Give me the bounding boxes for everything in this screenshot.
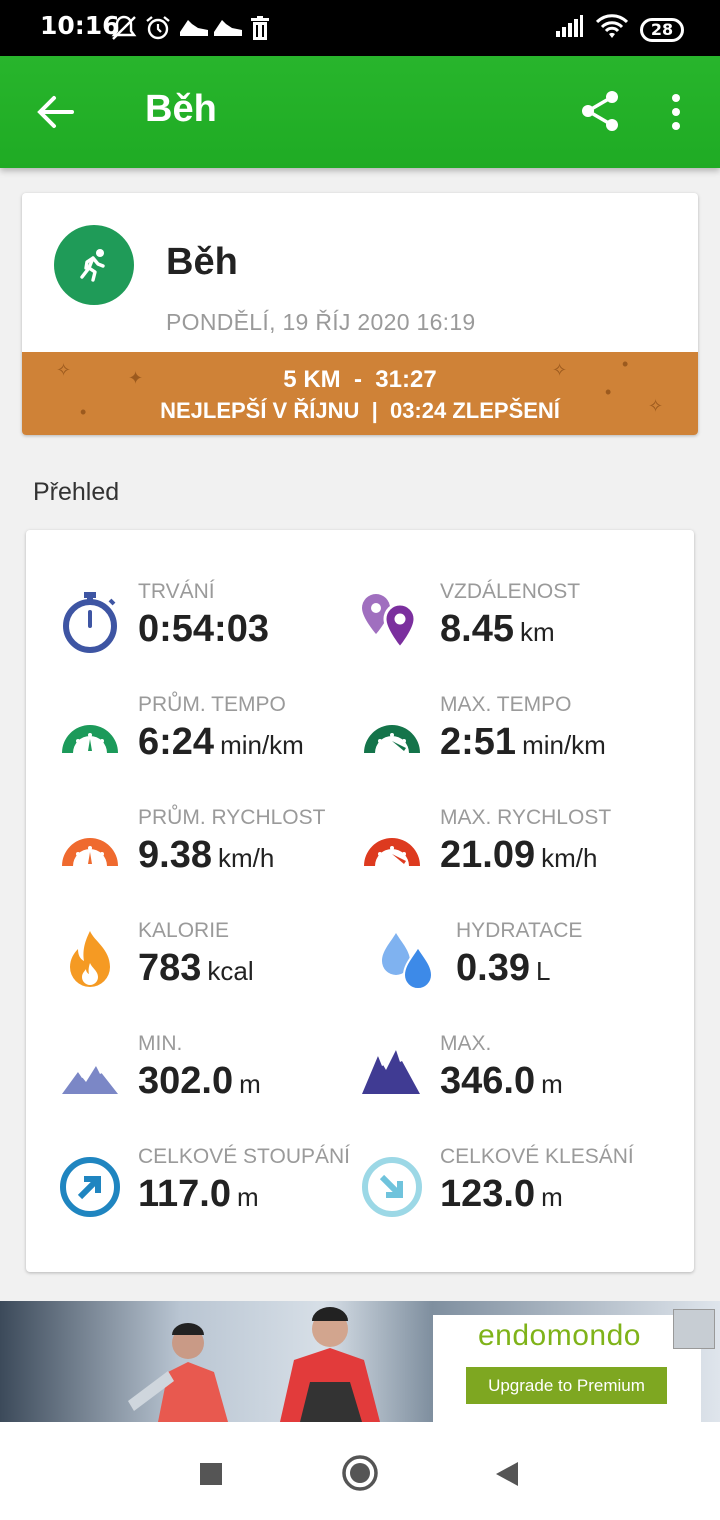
stat-value: 783 (138, 947, 202, 989)
overview-heading: Přehled (33, 478, 120, 506)
status-bar: 10:16 28 (0, 0, 720, 56)
stat-distance: VZDÁLENOST 8.45 km (360, 580, 680, 670)
ad-info-icon[interactable] (673, 1309, 715, 1349)
trash-icon (246, 14, 274, 42)
descent-arrow-icon (360, 1155, 424, 1219)
gauge-icon (58, 703, 122, 767)
stat-hydration: HYDRATACE 0.39 L (376, 919, 696, 1009)
stat-unit: kcal (207, 956, 254, 986)
stat-value: 6:24 (138, 721, 215, 763)
battery-icon: 28 (640, 17, 684, 42)
stat-value: 0.39 (456, 947, 530, 989)
share-icon[interactable] (578, 89, 622, 133)
stat-max-elevation: MAX. 346.0 m (360, 1032, 680, 1122)
stat-unit: m (541, 1069, 563, 1099)
runner-image (270, 1301, 395, 1422)
location-pin-icon (360, 590, 424, 654)
stat-total-ascent: CELKOVÉ STOUPÁNÍ 117.0 m (58, 1145, 378, 1235)
banner-improvement: NEJLEPŠÍ V ŘÍJNU | 03:24 ZLEPŠENÍ (160, 398, 560, 423)
stat-unit: m (237, 1182, 259, 1212)
stat-label: CELKOVÉ STOUPÁNÍ (138, 1145, 351, 1168)
stat-label: CELKOVÉ KLESÁNÍ (440, 1145, 634, 1168)
stat-duration: TRVÁNÍ 0:54:03 (58, 580, 378, 670)
stat-value: 346.0 (440, 1060, 536, 1102)
stat-value: 117.0 (138, 1173, 231, 1215)
home-icon[interactable] (341, 1454, 379, 1497)
endomondo-logo: endomondo (478, 1319, 641, 1352)
running-icon (54, 225, 134, 305)
stat-label: VZDÁLENOST (440, 580, 581, 603)
stat-calories: KALORIE 783 kcal (58, 919, 378, 1009)
stat-unit: min/km (220, 730, 304, 760)
stat-label: HYDRATACE (456, 919, 583, 942)
runner-image (128, 1321, 238, 1422)
system-nav-bar (0, 1422, 720, 1520)
stat-value: 2:51 (440, 721, 517, 763)
stat-avg-speed: PRŮM. RYCHLOST 9.38 km/h (58, 806, 378, 896)
stat-label: MIN. (138, 1032, 183, 1055)
stat-unit: km/h (541, 843, 598, 873)
gauge-icon (360, 703, 424, 767)
stat-unit: km (519, 617, 555, 647)
wifi-icon (595, 14, 629, 45)
app-bar: Běh (0, 56, 720, 168)
overview-card: TRVÁNÍ 0:54:03 VZDÁLENOST 8.45 km PRŮM. T… (26, 530, 694, 1272)
stat-value: 8.45 (440, 608, 514, 650)
stat-value: 302.0 (138, 1060, 234, 1102)
shoe-icon (178, 14, 208, 42)
stat-label: MAX. (440, 1032, 492, 1055)
stat-value: 21.09 (440, 834, 536, 876)
stat-unit: km/h (217, 843, 275, 873)
back-icon[interactable] (494, 1460, 520, 1493)
stat-unit: m (541, 1182, 563, 1212)
alarm-icon (144, 14, 172, 42)
stat-total-descent: CELKOVÉ KLESÁNÍ 123.0 m (360, 1145, 680, 1235)
page-title: Běh (145, 88, 217, 130)
stat-value: 0:54:03 (138, 608, 269, 650)
stat-avg-pace: PRŮM. TEMPO 6:24 min/km (58, 693, 378, 783)
workout-title: Běh (166, 241, 238, 283)
mute-icon (110, 14, 138, 42)
stat-max-speed: MAX. RYCHLOST 21.09 km/h (360, 806, 680, 896)
stat-label: KALORIE (138, 919, 230, 942)
stat-label: TRVÁNÍ (138, 580, 215, 603)
signal-icon (554, 15, 584, 44)
stat-unit: L (535, 956, 551, 986)
stat-value: 123.0 (440, 1173, 536, 1215)
stat-unit: m (239, 1069, 261, 1099)
stat-value: 9.38 (138, 834, 212, 876)
recent-apps-icon[interactable] (199, 1462, 223, 1491)
status-time: 10:16 (40, 11, 120, 40)
stat-max-pace: MAX. TEMPO 2:51 min/km (360, 693, 680, 783)
upgrade-premium-button[interactable]: Upgrade to Premium (466, 1367, 667, 1404)
stat-label: MAX. RYCHLOST (440, 806, 612, 829)
stat-unit: min/km (522, 730, 606, 760)
stat-min-elevation: MIN. 302.0 m (58, 1032, 378, 1122)
ascent-arrow-icon (58, 1155, 122, 1219)
flame-icon (58, 929, 122, 993)
workout-date: PONDĚLÍ, 19 ŘÍJ 2020 16:19 (166, 309, 476, 335)
water-drops-icon (376, 929, 440, 993)
stat-label: PRŮM. RYCHLOST (138, 806, 326, 829)
more-options-icon[interactable] (664, 90, 688, 134)
mountain-icon (58, 1042, 122, 1106)
stopwatch-icon (58, 590, 122, 654)
shoe-icon (212, 14, 242, 42)
speedometer-icon (360, 816, 424, 880)
back-arrow-icon[interactable] (36, 92, 76, 132)
workout-summary-card[interactable]: Běh PONDĚLÍ, 19 ŘÍJ 2020 16:19 ✧ ✦ • ✧ •… (22, 193, 698, 435)
stat-label: PRŮM. TEMPO (138, 693, 286, 716)
achievement-banner: ✧ ✦ • ✧ • • ✧ 5 KM - 31:27 NEJLEPŠÍ V ŘÍ… (22, 352, 698, 435)
speedometer-icon (58, 816, 122, 880)
mountain-icon (360, 1042, 424, 1106)
banner-record: 5 KM - 31:27 (283, 366, 437, 393)
ad-banner[interactable]: endomondo Upgrade to Premium (0, 1301, 720, 1422)
stat-label: MAX. TEMPO (440, 693, 572, 716)
